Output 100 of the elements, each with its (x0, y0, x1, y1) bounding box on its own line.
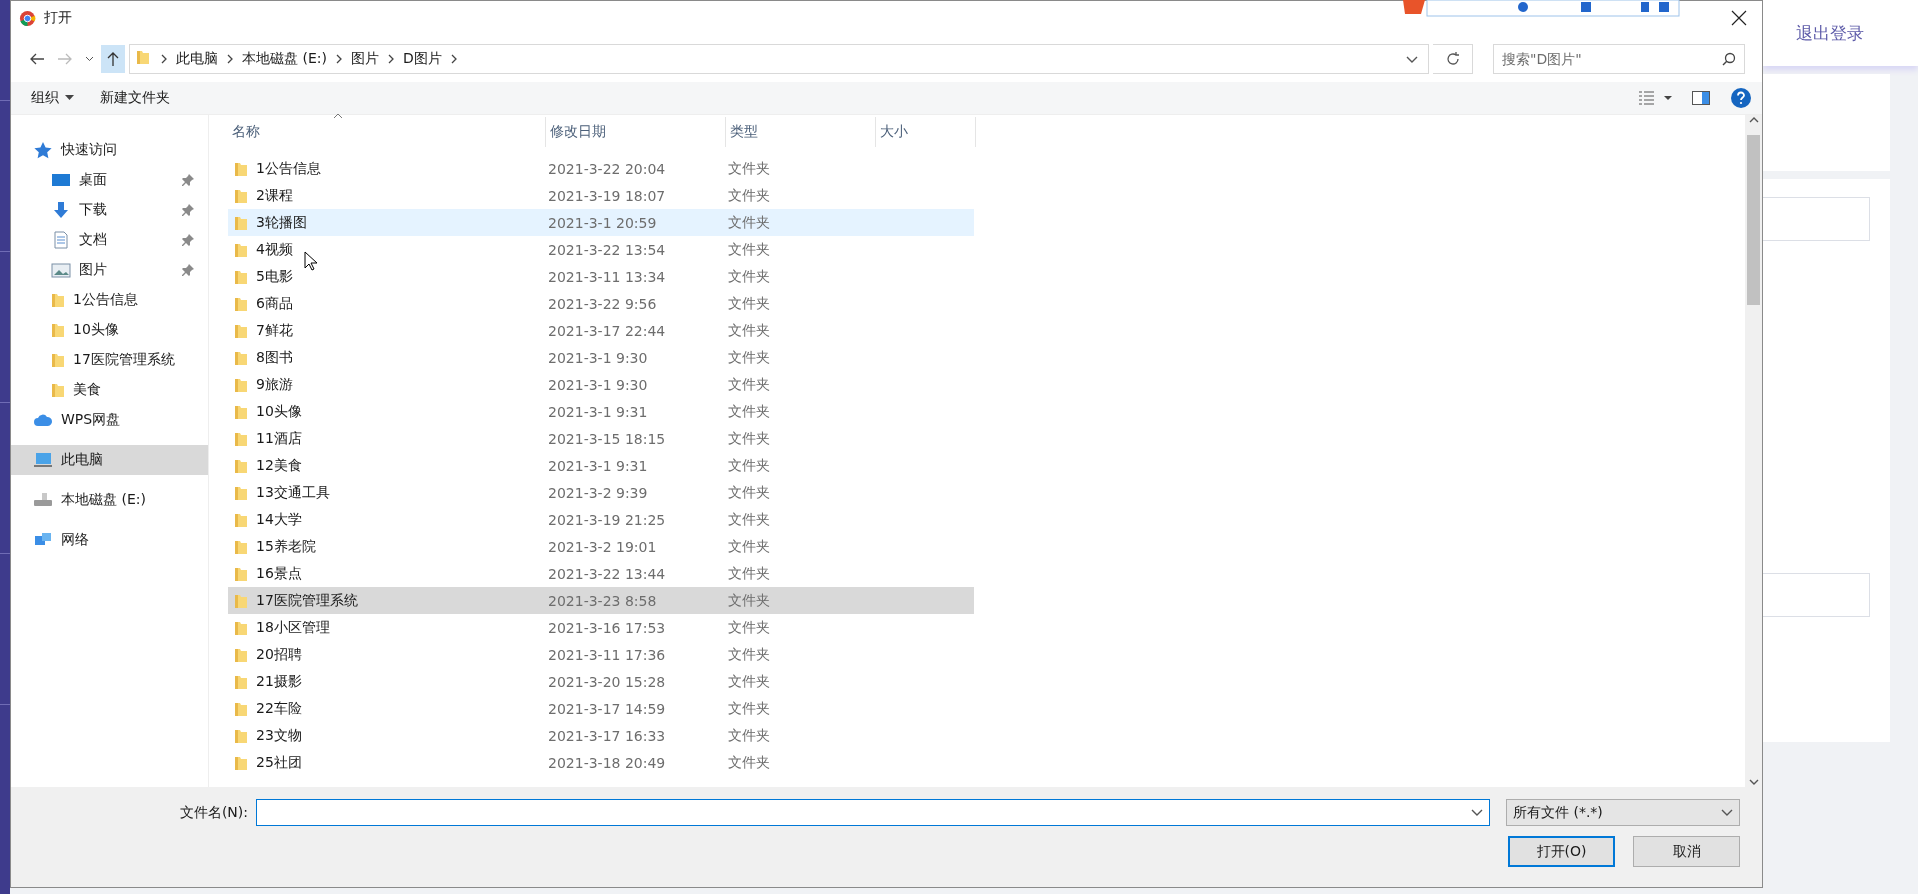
file-row[interactable]: 12美食 2021-3-1 9:31 文件夹 (228, 452, 974, 479)
modified-date: 2021-3-18 20:49 (548, 754, 667, 771)
chevron-down-icon (84, 55, 94, 62)
dialog-button[interactable]: 取消 (1633, 836, 1740, 867)
folder-icon (51, 352, 65, 368)
dialog-button[interactable]: 打开(O) (1508, 836, 1615, 867)
arrow-up-icon (107, 51, 119, 66)
modified-date: 2021-3-22 13:54 (548, 241, 667, 258)
folder-icon (234, 214, 248, 231)
search-field[interactable]: 搜索"D图片" (1493, 43, 1745, 74)
sidebar-item[interactable]: 图片 (11, 255, 208, 285)
sidebar-item[interactable]: 1公告信息 (11, 285, 208, 315)
folder-icon (234, 160, 248, 177)
file-row[interactable]: 8图书 2021-3-1 9:30 文件夹 (228, 344, 974, 371)
file-name: 8图书 (256, 348, 293, 367)
view-options-icon[interactable] (1638, 91, 1672, 105)
column-header[interactable]: 修改日期 (546, 117, 726, 147)
sidebar-item[interactable]: WPS网盘 (11, 405, 208, 435)
file-row[interactable]: 16景点 2021-3-22 13:44 文件夹 (228, 560, 974, 587)
file-row[interactable]: 5电影 2021-3-11 13:34 文件夹 (228, 263, 974, 290)
sidebar-item[interactable]: 桌面 (11, 165, 208, 195)
scroll-up-icon[interactable] (1748, 117, 1759, 123)
folder-icon (234, 457, 248, 474)
breadcrumb-item[interactable]: 本地磁盘 (E:) (238, 49, 331, 68)
breadcrumb-item[interactable]: 图片 (346, 49, 383, 68)
folder-icon (234, 673, 248, 690)
file-row[interactable]: 4视频 2021-3-22 13:54 文件夹 (228, 236, 974, 263)
folder-icon (234, 376, 248, 393)
file-row[interactable]: 25社团 2021-3-18 20:49 文件夹 (228, 749, 974, 776)
logout-link[interactable]: 退出登录 (1796, 21, 1864, 45)
sidebar-item[interactable]: 此电脑 (11, 445, 208, 475)
file-row[interactable]: 6商品 2021-3-22 9:56 文件夹 (228, 290, 974, 317)
scrollbar-thumb[interactable] (1747, 135, 1760, 305)
scroll-down-icon[interactable] (1748, 779, 1759, 785)
folder-icon (234, 538, 248, 555)
file-row[interactable]: 9旅游 2021-3-1 9:30 文件夹 (228, 371, 974, 398)
file-row[interactable]: 10头像 2021-3-1 9:31 文件夹 (228, 398, 974, 425)
file-row[interactable]: 13交通工具 2021-3-2 9:39 文件夹 (228, 479, 974, 506)
sidebar-item[interactable]: 本地磁盘 (E:) (11, 485, 208, 515)
file-row[interactable]: 22车险 2021-3-17 14:59 文件夹 (228, 695, 974, 722)
file-name: 3轮播图 (256, 213, 307, 232)
file-row[interactable]: 14大学 2021-3-19 21:25 文件夹 (228, 506, 974, 533)
file-row[interactable]: 7鲜花 2021-3-17 22:44 文件夹 (228, 317, 974, 344)
dropdown-icon (1721, 808, 1733, 817)
file-row[interactable]: 21摄影 2021-3-20 15:28 文件夹 (228, 668, 974, 695)
breadcrumb-item[interactable]: D图片 (398, 49, 446, 68)
file-name: 4视频 (256, 240, 293, 259)
help-icon[interactable] (1730, 87, 1752, 109)
column-header[interactable]: 类型 (726, 117, 876, 147)
file-row[interactable]: 18小区管理 2021-3-16 17:53 文件夹 (228, 614, 974, 641)
sidebar-item[interactable]: 10头像 (11, 315, 208, 345)
scrollbar[interactable] (1745, 115, 1762, 787)
column-header[interactable]: 名称 (228, 117, 546, 147)
modified-date: 2021-3-11 13:34 (548, 268, 667, 285)
file-type-dropdown[interactable]: 所有文件 (*.*) (1506, 799, 1740, 826)
folder-icon (234, 511, 248, 528)
preview-pane-icon[interactable] (1692, 91, 1710, 105)
file-type: 文件夹 (728, 294, 770, 313)
modified-date: 2021-3-17 16:33 (548, 727, 667, 744)
sidebar-item[interactable]: 网络 (11, 525, 208, 555)
file-type: 文件夹 (728, 726, 770, 745)
up-button[interactable] (101, 44, 125, 73)
folder-icon (234, 646, 248, 663)
file-row[interactable]: 20招聘 2021-3-11 17:36 文件夹 (228, 641, 974, 668)
file-row[interactable]: 23文物 2021-3-17 16:33 文件夹 (228, 722, 974, 749)
sidebar-item[interactable]: 快速访问 (11, 135, 208, 165)
file-row[interactable]: 1公告信息 2021-3-22 20:04 文件夹 (228, 155, 974, 182)
file-row[interactable]: 3轮播图 2021-3-1 20:59 文件夹 (228, 209, 974, 236)
file-name: 6商品 (256, 294, 293, 313)
modified-date: 2021-3-15 18:15 (548, 430, 667, 447)
file-type: 文件夹 (728, 159, 770, 178)
toolbar-button[interactable]: 组织 (25, 85, 80, 111)
sidebar-item[interactable]: 下载 (11, 195, 208, 225)
file-type: 文件夹 (728, 267, 770, 286)
file-row[interactable]: 2课程 2021-3-19 18:07 文件夹 (228, 182, 974, 209)
file-type: 文件夹 (728, 645, 770, 664)
input-field[interactable] (1763, 197, 1870, 241)
address-bar[interactable]: 此电脑 本地磁盘 (E:) 图片 D图片 (129, 43, 1429, 74)
sidebar-item[interactable]: 文档 (11, 225, 208, 255)
folder-icon (234, 430, 248, 447)
file-name: 17医院管理系统 (256, 591, 358, 610)
file-row[interactable]: 11酒店 2021-3-15 18:15 文件夹 (228, 425, 974, 452)
file-type: 文件夹 (728, 321, 770, 340)
filename-field[interactable] (256, 799, 1490, 826)
chevron-icon (335, 53, 342, 64)
breadcrumb-item[interactable]: 此电脑 (172, 49, 222, 68)
folder-icon (234, 268, 248, 285)
toolbar-button[interactable]: 新建文件夹 (94, 85, 176, 111)
file-name: 7鲜花 (256, 321, 293, 340)
sidebar-item[interactable]: 美食 (11, 375, 208, 405)
file-type: 文件夹 (728, 699, 770, 718)
sidebar-item[interactable]: 17医院管理系统 (11, 345, 208, 375)
input-field[interactable] (1763, 573, 1870, 617)
file-row[interactable]: 15养老院 2021-3-2 19:01 文件夹 (228, 533, 974, 560)
file-type: 文件夹 (728, 429, 770, 448)
file-row[interactable]: 17医院管理系统 2021-3-23 8:58 文件夹 (228, 587, 974, 614)
refresh-button[interactable] (1433, 43, 1473, 74)
modified-date: 2021-3-23 8:58 (548, 592, 658, 609)
column-header[interactable]: 大小 (876, 117, 976, 147)
file-name: 16景点 (256, 564, 302, 583)
